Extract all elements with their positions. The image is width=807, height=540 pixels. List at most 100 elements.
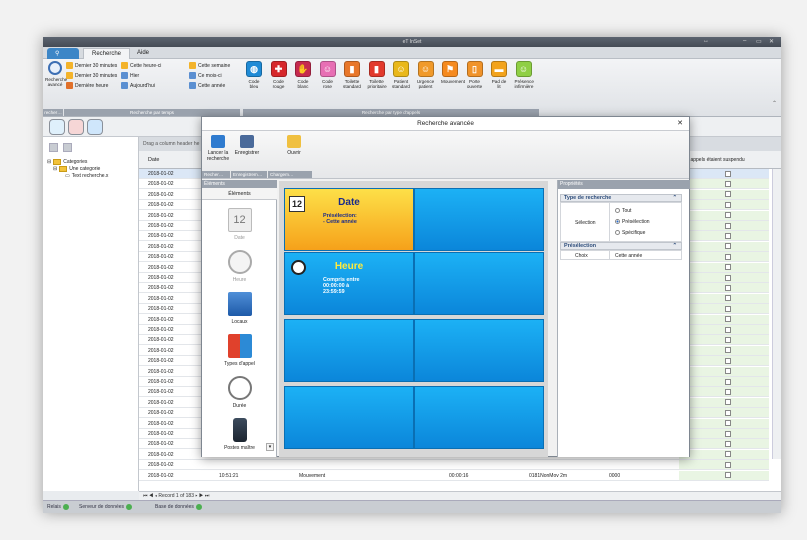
checkbox[interactable]	[725, 180, 731, 187]
tile-empty-4[interactable]	[414, 319, 544, 382]
filter-last-30min-2[interactable]: Dernier 30 minutes	[66, 72, 117, 79]
alarm-mode-button[interactable]	[68, 119, 84, 135]
checkbox[interactable]	[725, 284, 731, 291]
suspended-cell	[679, 189, 769, 199]
advanced-search-button[interactable]: Recherche avancé	[45, 61, 67, 87]
element-date[interactable]: 12 Date	[202, 208, 277, 241]
tab-recherche[interactable]: Recherche	[83, 48, 131, 59]
element-types-appel[interactable]: Types d'appel	[202, 334, 277, 367]
filter-this-year[interactable]: Cette année	[189, 82, 225, 89]
checkbox[interactable]	[725, 305, 731, 312]
checkbox[interactable]	[725, 336, 731, 343]
tile-empty-6[interactable]	[414, 386, 544, 449]
column-header-date[interactable]: Date	[148, 157, 159, 163]
launch-search-button[interactable]: Lancer la recherche	[205, 135, 231, 162]
radio-specifique[interactable]: Spécifique	[615, 230, 645, 236]
element-duree[interactable]: Durée	[202, 376, 277, 409]
scroll-down-button[interactable]: ▾	[266, 443, 274, 451]
call-type-button-4[interactable]: ▮ Toilette standard	[343, 61, 361, 89]
checkbox[interactable]	[725, 430, 731, 437]
tile-empty-3[interactable]	[284, 319, 414, 382]
tree-node-une-categorie[interactable]: ⊟ Une categorie	[53, 166, 100, 172]
filter-today[interactable]: Aujourd'hui	[121, 82, 155, 89]
save-button[interactable]: Enregistrer	[232, 135, 262, 156]
call-type-button-10[interactable]: ▬ Pad de lit	[490, 61, 508, 89]
checkbox[interactable]	[725, 326, 731, 333]
table-row[interactable]: 2018-01-02 10:51:21 Mouvement 00:00:16 0181N…	[139, 470, 769, 481]
paste-icon[interactable]	[63, 143, 72, 152]
tile-date[interactable]: 12 Date Présélection: - Cette année	[284, 188, 414, 251]
checkbox[interactable]	[725, 472, 731, 479]
record-navigator[interactable]: ⏮ ◀ ◂ Record 1 of 183 ▸ ▶ ⏭	[139, 491, 781, 500]
minimize-button[interactable]: –	[743, 38, 746, 44]
checkbox[interactable]	[725, 253, 731, 260]
maximize-button[interactable]: ▭	[756, 38, 762, 45]
clock-mode-button[interactable]	[49, 119, 65, 135]
dialog-close-button[interactable]: ✕	[677, 117, 683, 131]
checkbox[interactable]	[725, 347, 731, 354]
checkbox[interactable]	[725, 170, 731, 177]
call-type-button-11[interactable]: ☺ Présence infirmière	[515, 61, 534, 89]
tree-node-text-recherche[interactable]: ▭ Text recherche.x	[65, 173, 108, 179]
restore-icon[interactable]: ↔	[703, 38, 709, 44]
call-type-button-7[interactable]: ☺ Urgence patient	[417, 61, 435, 89]
collapse-ribbon-icon[interactable]: ⌃	[772, 100, 777, 107]
tile-empty-1[interactable]	[414, 188, 544, 251]
filter-yesterday[interactable]: Hier	[121, 72, 139, 79]
call-type-button-3[interactable]: ☺ Code rose	[319, 61, 337, 89]
app-menu-button[interactable]: ⚲	[47, 48, 79, 59]
filter-last-30min-1[interactable]: Dernier 30 minutes	[66, 62, 117, 69]
radio-tout[interactable]: Tout	[615, 208, 631, 214]
table-row[interactable]: 2018-01-02	[139, 460, 769, 471]
copy-icon[interactable]	[49, 143, 58, 152]
checkbox[interactable]	[725, 274, 731, 281]
open-button[interactable]: Ouvrir	[282, 135, 306, 156]
close-button[interactable]: ✕	[769, 38, 774, 45]
checkbox[interactable]	[725, 368, 731, 375]
radio-preselection[interactable]: Présélection	[615, 219, 650, 225]
call-type-button-0[interactable]: ◍ Code bleu	[245, 61, 263, 89]
filter-this-hour[interactable]: Cette heure-ci	[121, 62, 161, 69]
checkbox[interactable]	[725, 440, 731, 447]
checkbox[interactable]	[725, 420, 731, 427]
checkbox[interactable]	[725, 201, 731, 208]
checkbox[interactable]	[725, 212, 731, 219]
checkbox[interactable]	[725, 357, 731, 364]
tile-empty-5[interactable]	[284, 386, 414, 449]
column-header-suspended[interactable]: Les appels étaient suspendu	[681, 157, 745, 163]
tile-empty-2[interactable]	[414, 252, 544, 315]
filter-last-hour[interactable]: Dernière heure	[66, 82, 108, 89]
tile-heure[interactable]: Heure Compris entre 00:00:00 à 23:59:59	[284, 252, 414, 315]
checkbox[interactable]	[725, 316, 731, 323]
checkbox[interactable]	[725, 232, 731, 239]
checkbox[interactable]	[725, 451, 731, 458]
checkbox[interactable]	[725, 243, 731, 250]
call-type-button-5[interactable]: ▮ Toilette prioritaire	[368, 61, 387, 89]
globe-mode-button[interactable]	[87, 119, 103, 135]
checkbox[interactable]	[725, 191, 731, 198]
element-heure[interactable]: Heure	[202, 250, 277, 283]
checkbox[interactable]	[725, 409, 731, 416]
checkbox[interactable]	[725, 399, 731, 406]
checkbox[interactable]	[725, 295, 731, 302]
section-preselection[interactable]: Présélection ⌃	[560, 242, 682, 250]
vertical-scrollbar[interactable]	[772, 169, 781, 459]
checkbox[interactable]	[725, 388, 731, 395]
call-type-button-6[interactable]: ☺ Patient standard	[392, 61, 410, 89]
filter-this-week[interactable]: Cette semaine	[189, 62, 230, 69]
tab-aide[interactable]: Aide	[129, 48, 157, 59]
checkbox[interactable]	[725, 461, 731, 468]
call-type-button-9[interactable]: ▯ Porte ouverte	[466, 61, 484, 89]
choix-row[interactable]: Choix Cette année	[560, 250, 682, 260]
call-type-button-8[interactable]: ⚑ Mouvement	[441, 61, 465, 84]
checkbox[interactable]	[725, 264, 731, 271]
call-type-button-1[interactable]: ✚ Code rouge	[270, 61, 288, 89]
filter-this-month[interactable]: Ce mois-ci	[189, 72, 222, 79]
call-type-button-2[interactable]: ✋ Code blanc	[294, 61, 312, 89]
checkbox[interactable]	[725, 378, 731, 385]
checkbox[interactable]	[725, 222, 731, 229]
element-locaux[interactable]: Locaux	[202, 292, 277, 325]
section-search-type[interactable]: Type de recherche ⌃	[560, 194, 682, 202]
tree-node-categories[interactable]: ⊟ Categories	[47, 159, 87, 165]
cell-date: 2018-01-02	[148, 347, 174, 354]
